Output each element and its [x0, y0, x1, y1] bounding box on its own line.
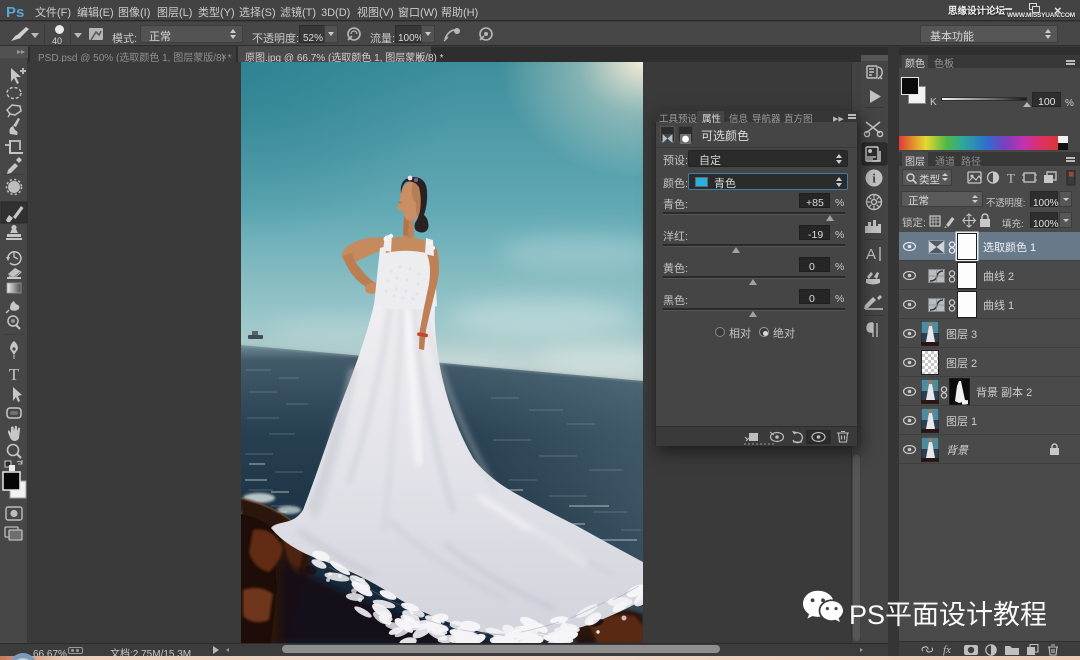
svg-text:A: A [866, 246, 876, 263]
svg-text:i: i [872, 171, 876, 186]
svg-text:fx: fx [943, 644, 951, 656]
svg-text:T: T [9, 365, 20, 384]
svg-text:T: T [1007, 171, 1015, 186]
